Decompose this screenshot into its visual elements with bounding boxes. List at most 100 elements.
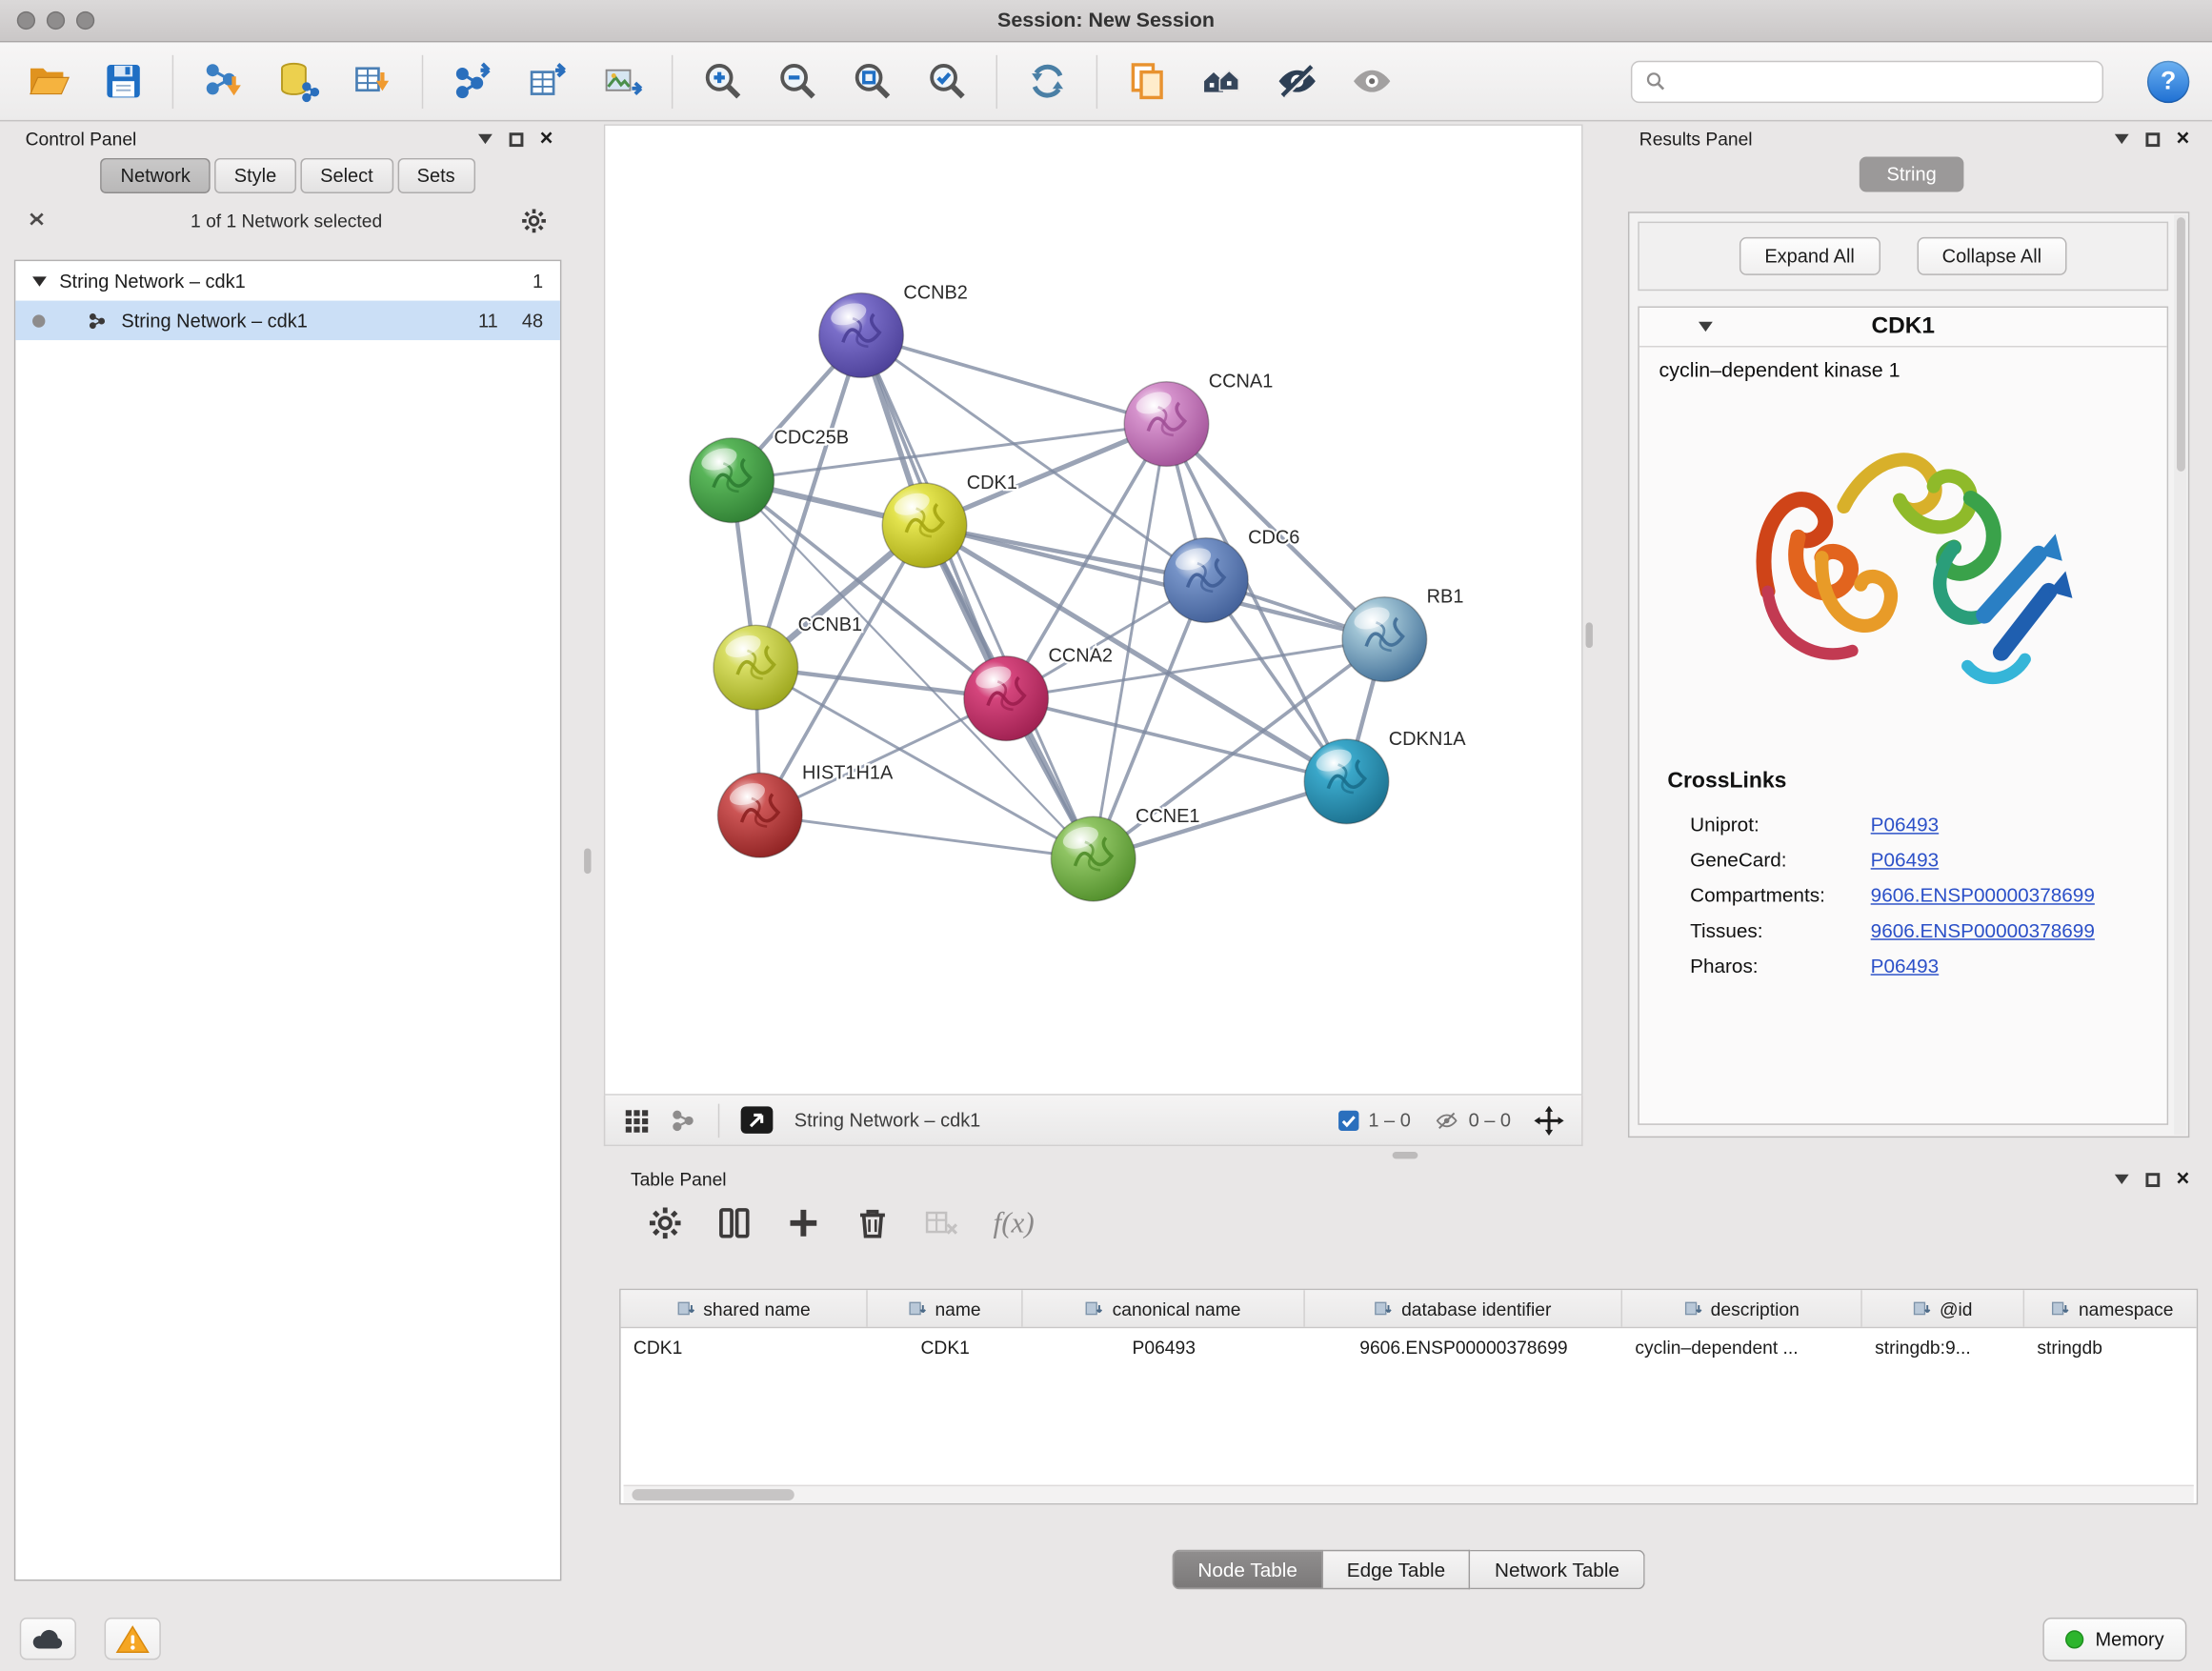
delete-column-trash-icon[interactable] (855, 1205, 890, 1240)
search-input[interactable] (1676, 70, 2089, 91)
clone-document-icon[interactable] (1121, 53, 1172, 110)
export-image-icon[interactable] (596, 53, 647, 110)
import-table-file-icon[interactable] (347, 53, 397, 110)
panel-menu-icon[interactable] (478, 134, 493, 144)
hide-eye-slash-icon[interactable] (1271, 53, 1321, 110)
close-panel-icon[interactable]: × (2177, 131, 2190, 148)
cell-database-identifier[interactable]: 9606.ENSP00000378699 (1305, 1337, 1622, 1358)
help-button[interactable]: ? (2147, 60, 2189, 102)
panel-menu-icon[interactable] (2114, 1175, 2128, 1184)
network-node-label: CCNB2 (903, 283, 968, 304)
column-header-namespace[interactable]: namespace (2024, 1290, 2198, 1327)
cell-at-id[interactable]: stringdb:9... (1862, 1337, 2024, 1358)
network-collection-row[interactable]: String Network – cdk1 1 (15, 261, 560, 300)
collection-expander-icon[interactable] (32, 276, 47, 286)
collapse-all-button[interactable]: Collapse All (1917, 237, 2067, 275)
float-panel-icon[interactable] (2145, 132, 2160, 147)
expand-all-button[interactable]: Expand All (1739, 237, 1880, 275)
grid-view-icon[interactable] (622, 1106, 651, 1135)
selection-checkbox-icon[interactable] (1337, 1109, 1360, 1132)
cell-description[interactable]: cyclin–dependent ... (1622, 1337, 1862, 1358)
network-view-canvas[interactable]: CCNB2CCNA1CDC25BCDK1CDC6RB1CCNB1CCNA2CDK… (604, 124, 1583, 1095)
application-window: Session: New Session (0, 0, 2212, 1671)
import-network-file-icon[interactable] (197, 53, 248, 110)
show-columns-icon[interactable] (716, 1205, 752, 1240)
network-graph[interactable]: CCNB2CCNA1CDC25BCDK1CDC6RB1CCNB1CCNA2CDK… (605, 126, 1581, 1094)
tab-network-table[interactable]: Network Table (1471, 1550, 1645, 1589)
minimize-window-button[interactable] (47, 11, 65, 30)
zoom-in-icon[interactable] (697, 53, 748, 110)
cell-namespace[interactable]: stringdb (2024, 1337, 2198, 1358)
results-scrollbar[interactable] (2174, 214, 2186, 1135)
column-header-description[interactable]: description (1622, 1290, 1862, 1327)
tissues-link[interactable]: 9606.ENSP00000378699 (1871, 918, 2095, 941)
main-toolbar: ? (0, 42, 2212, 121)
tab-network[interactable]: Network (101, 158, 211, 193)
tab-node-table[interactable]: Node Table (1173, 1550, 1323, 1589)
tab-style[interactable]: Style (214, 158, 296, 193)
export-network-icon[interactable] (447, 53, 497, 110)
genecard-link[interactable]: P06493 (1871, 848, 1939, 871)
bottom-splitter-handle[interactable] (1393, 1152, 1418, 1158)
cell-canonical-name[interactable]: P06493 (1023, 1337, 1305, 1358)
table-options-gear-icon[interactable] (648, 1205, 683, 1240)
compartments-link[interactable]: 9606.ENSP00000378699 (1871, 883, 2095, 906)
show-eye-icon[interactable] (1346, 53, 1397, 110)
memory-button[interactable]: Memory (2043, 1618, 2187, 1661)
column-header-name[interactable]: name (868, 1290, 1023, 1327)
right-splitter-handle[interactable] (1586, 622, 1593, 648)
expand-collapse-all-icon[interactable] (29, 211, 52, 232)
tab-edge-table[interactable]: Edge Table (1323, 1550, 1471, 1589)
zoom-fit-icon[interactable] (847, 53, 897, 110)
tab-select[interactable]: Select (300, 158, 392, 193)
tab-string[interactable]: String (1860, 156, 1963, 191)
close-panel-icon[interactable]: × (540, 131, 553, 148)
function-builder-icon[interactable]: f(x) (994, 1205, 1035, 1240)
panel-menu-icon[interactable] (2114, 134, 2128, 144)
column-header-database-identifier[interactable]: database identifier (1305, 1290, 1622, 1327)
network-edge[interactable] (861, 335, 1094, 859)
create-column-plus-icon[interactable] (786, 1205, 821, 1240)
crosslink-row: Compartments: 9606.ENSP00000378699 (1639, 876, 2167, 912)
crosslink-row: Tissues: 9606.ENSP00000378699 (1639, 912, 2167, 947)
column-header-canonical-name[interactable]: canonical name (1023, 1290, 1305, 1327)
zoom-selected-icon[interactable] (921, 53, 972, 110)
network-options-gear-icon[interactable] (520, 208, 547, 234)
network-edge[interactable] (861, 335, 1166, 424)
tab-sets[interactable]: Sets (397, 158, 474, 193)
open-session-icon[interactable] (23, 53, 73, 110)
left-splitter-handle[interactable] (584, 848, 591, 874)
close-panel-icon[interactable]: × (2177, 1171, 2190, 1188)
close-window-button[interactable] (17, 11, 35, 30)
export-table-icon[interactable] (522, 53, 573, 110)
hidden-eye-slash-icon[interactable] (1434, 1109, 1460, 1132)
save-session-icon[interactable] (97, 53, 148, 110)
network-row[interactable]: String Network – cdk1 11 48 (15, 301, 560, 340)
column-header-at-id[interactable]: @id (1862, 1290, 2024, 1327)
warnings-button[interactable] (105, 1618, 161, 1660)
cell-shared-name[interactable]: CDK1 (621, 1337, 868, 1358)
protein-card-header[interactable]: CDK1 (1639, 308, 2167, 347)
column-header-shared-name[interactable]: shared name (621, 1290, 868, 1327)
table-row[interactable]: CDK1 CDK1 P06493 9606.ENSP00000378699 cy… (621, 1328, 2197, 1366)
pharos-link[interactable]: P06493 (1871, 954, 1939, 976)
float-panel-icon[interactable] (2145, 1172, 2160, 1186)
cloud-status-button[interactable] (20, 1618, 76, 1660)
zoom-out-icon[interactable] (772, 53, 822, 110)
network-edge[interactable] (760, 815, 1094, 859)
float-panel-icon[interactable] (509, 132, 523, 147)
refresh-icon[interactable] (1021, 53, 1072, 110)
results-panel-header: Results Panel × (1622, 124, 2201, 152)
import-network-database-icon[interactable] (272, 53, 323, 110)
pan-crosshair-icon[interactable] (1534, 1104, 1565, 1136)
maximize-window-button[interactable] (76, 11, 94, 30)
memory-label: Memory (2095, 1629, 2163, 1650)
protein-description: cyclin–dependent kinase 1 (1639, 347, 2167, 382)
table-horizontal-scrollbar[interactable] (624, 1485, 2194, 1503)
expand-collapse-row: Expand All Collapse All (1638, 222, 2168, 292)
network-list-icon[interactable] (670, 1106, 698, 1135)
birdseye-view-toggle-icon[interactable] (739, 1105, 774, 1135)
homes-icon[interactable] (1196, 53, 1247, 110)
cell-name[interactable]: CDK1 (868, 1337, 1023, 1358)
uniprot-link[interactable]: P06493 (1871, 813, 1939, 836)
